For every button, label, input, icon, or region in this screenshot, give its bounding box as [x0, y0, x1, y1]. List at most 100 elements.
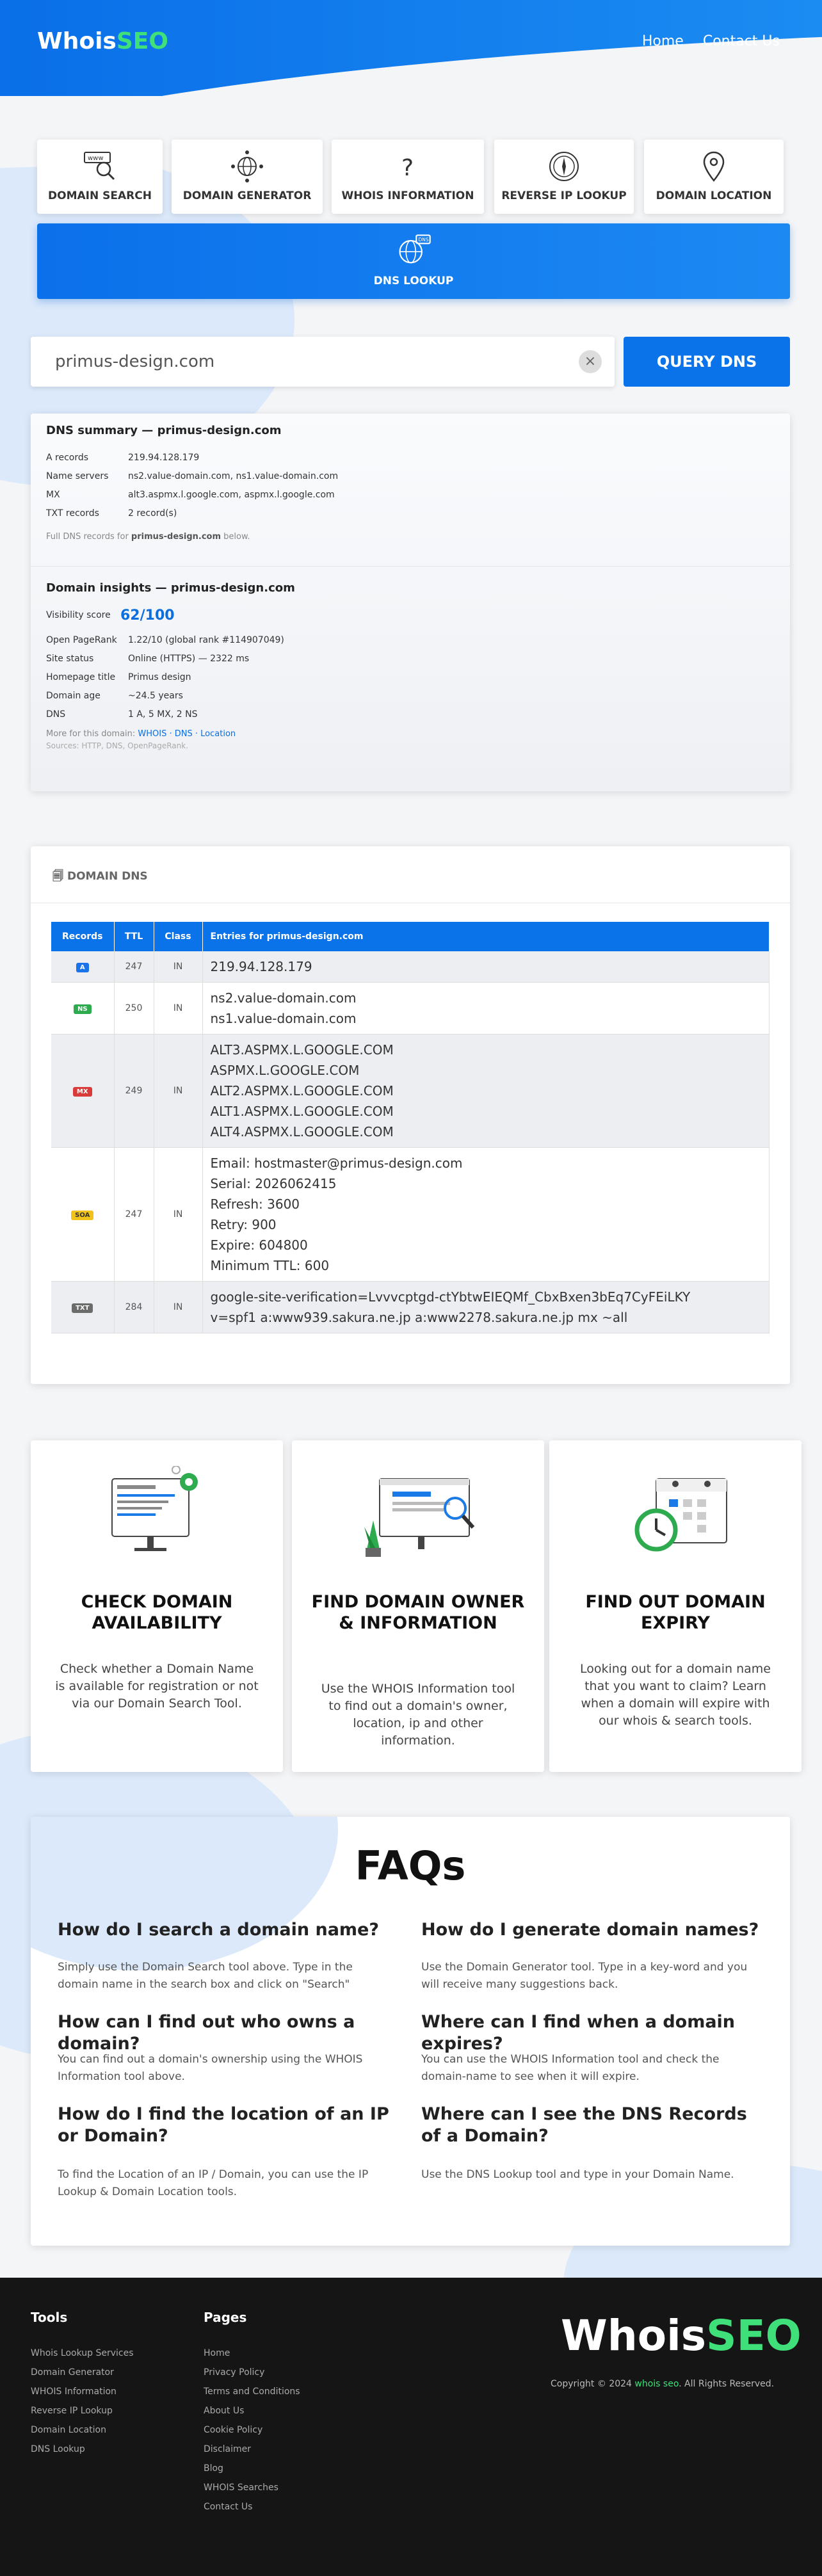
faq-answer: You can find out a domain's ownership us…: [58, 2053, 363, 2083]
record-type-badge: MX: [72, 1086, 92, 1097]
summary-key: Name servers: [46, 471, 109, 481]
record-entry: ns1.value-domain.com: [210, 1011, 357, 1026]
summary-row: A records 219.94.128.179: [46, 449, 775, 467]
faq-title: FAQs: [355, 1842, 466, 1889]
insight-key: Homepage title: [46, 672, 116, 682]
monitor-gear-icon: [111, 1466, 198, 1551]
faq-question: Where can I see the DNS Records of a Dom…: [421, 2104, 747, 2146]
feature-find-owner: FIND DOMAIN OWNER & INFORMATION Use the …: [292, 1440, 544, 1772]
site-logo[interactable]: WhoisSEO: [37, 28, 168, 54]
dns-summary-card: DNS summary — primus-design.com A record…: [31, 414, 790, 791]
domain-insights-section: Domain insights — primus-design.com Visi…: [46, 581, 775, 750]
more-links[interactable]: WHOIS · DNS · Location: [138, 729, 236, 739]
footer-link[interactable]: DNS Lookup: [31, 2444, 85, 2454]
footer-link[interactable]: Privacy Policy: [204, 2367, 264, 2378]
network-globe-icon: [231, 150, 263, 182]
footer-link[interactable]: Domain Location: [31, 2425, 106, 2435]
tool-domain-generator[interactable]: DOMAIN GENERATOR: [172, 140, 323, 214]
record-ttl: 247: [114, 1147, 154, 1282]
faq-answer: Use the DNS Lookup tool and type in your…: [421, 2168, 734, 2181]
col-entries: Entries for primus-design.com: [202, 922, 770, 951]
search-input-value[interactable]: primus-design.com: [55, 352, 214, 371]
visibility-score: 62/100: [120, 608, 175, 624]
summary-row: MX alt3.aspmx.l.google.com, aspmx.l.googl…: [46, 486, 775, 504]
footer-link[interactable]: WHOIS Information: [31, 2387, 117, 2397]
question-mark-icon: ?: [401, 155, 414, 181]
insight-key: Open PageRank: [46, 635, 117, 645]
faq-answer: Simply use the Domain Search tool above.…: [58, 1961, 353, 1991]
footer-link[interactable]: Whois Lookup Services: [31, 2348, 134, 2358]
footer-logo[interactable]: WhoisSEO: [561, 2311, 802, 2360]
record-entry: Expire: 604800: [210, 1237, 308, 1253]
record-entry: ALT1.ASPMX.L.GOOGLE.COM: [210, 1104, 394, 1119]
domain-dns-heading: 🗐 DOMAIN DNS: [52, 870, 148, 883]
domain-dns-card: 🗐 DOMAIN DNS Records TTL Class Entries fo…: [31, 846, 790, 1384]
query-dns-button[interactable]: QUERY DNS: [624, 337, 790, 387]
record-entry: v=spf1 a:www939.sakura.ne.jp a:www2278.s…: [210, 1310, 628, 1325]
footer-link[interactable]: WHOIS Searches: [204, 2483, 278, 2493]
tool-dns-lookup[interactable]: DNS DNS LOOKUP: [37, 223, 790, 299]
sources-note: Sources: HTTP, DNS, OpenPageRank.: [46, 741, 189, 750]
record-class: IN: [154, 1034, 203, 1148]
domain-search-field[interactable]: primus-design.com ×: [31, 337, 615, 387]
record-type-badge: A: [76, 962, 89, 972]
footer-link[interactable]: Cookie Policy: [204, 2425, 262, 2435]
footer-link[interactable]: Reverse IP Lookup: [31, 2406, 113, 2416]
footer-pages-title: Pages: [204, 2310, 247, 2325]
summary-row: Name servers ns2.value-domain.com, ns1.va…: [46, 467, 775, 486]
site-footer: Tools Whois Lookup Services Domain Genera…: [0, 2278, 822, 2576]
nav-contact[interactable]: Contact Us: [703, 33, 780, 49]
footer-link[interactable]: About Us: [204, 2406, 244, 2416]
faq-answer: Use the Domain Generator tool. Type in a…: [421, 1961, 748, 1991]
footer-link[interactable]: Disclaimer: [204, 2444, 251, 2454]
site-header: WhoisSEO Home Contact Us: [0, 0, 822, 96]
record-type-badge: SOA: [71, 1210, 94, 1220]
tool-domain-search[interactable]: www DOMAIN SEARCH: [37, 140, 163, 214]
summary-value: 219.94.128.179: [128, 453, 200, 463]
footer-link[interactable]: Terms and Conditions: [204, 2387, 300, 2397]
insight-row: Open PageRank 1.22/10 (global rank #11490…: [46, 631, 775, 650]
faq-section: FAQs How do I search a domain name? Simp…: [31, 1817, 790, 2246]
insight-value: 1 A, 5 MX, 2 NS: [128, 709, 198, 720]
domain-insights-title: Domain insights — primus-design.com: [46, 581, 295, 595]
copyright-link[interactable]: whois seo: [634, 2379, 679, 2389]
summary-key: A records: [46, 453, 89, 463]
col-ttl: TTL: [114, 922, 154, 951]
feature-check-availability: CHECK DOMAIN AVAILABILITY Check whether …: [31, 1440, 283, 1772]
compass-icon: [549, 152, 579, 181]
insight-row: DNS 1 A, 5 MX, 2 NS: [46, 705, 775, 724]
insight-value: ~24.5 years: [128, 691, 183, 701]
record-entry: Email: hostmaster@primus-design.com: [210, 1155, 463, 1171]
record-ttl: 250: [114, 982, 154, 1034]
footer-link[interactable]: Blog: [204, 2463, 223, 2474]
footer-link[interactable]: Contact Us: [204, 2502, 252, 2512]
tool-domain-location[interactable]: DOMAIN LOCATION: [644, 140, 784, 214]
record-type-badge: NS: [73, 1004, 92, 1014]
www-search-icon: www: [84, 152, 115, 181]
nav-home[interactable]: Home: [642, 33, 684, 49]
feature-text: Check whether a Domain Name is available…: [55, 1662, 259, 1711]
footer-link[interactable]: Home: [204, 2348, 230, 2358]
col-class: Class: [154, 922, 203, 951]
summary-value: ns2.value-domain.com, ns1.value-domain.c…: [128, 471, 339, 481]
insight-row: Site status Online (HTTPS) — 2322 ms: [46, 650, 775, 668]
svg-text:?: ?: [401, 155, 414, 181]
record-entries: ALT3.ASPMX.L.GOOGLE.COM ASPMX.L.GOOGLE.CO…: [202, 1034, 770, 1148]
record-entry: Serial: 2026062415: [210, 1176, 337, 1191]
record-entries: 219.94.128.179: [202, 951, 770, 983]
record-class: IN: [154, 982, 203, 1034]
feature-title: FIND OUT DOMAIN EXPIRY: [585, 1592, 766, 1633]
record-entry: Minimum TTL: 600: [210, 1258, 330, 1273]
tool-whois-information[interactable]: ? WHOIS INFORMATION: [332, 140, 484, 214]
feature-text: Use the WHOIS Information tool to find o…: [321, 1682, 515, 1748]
insight-key: Domain age: [46, 691, 101, 701]
record-entry: Retry: 900: [210, 1217, 277, 1232]
footer-link[interactable]: Domain Generator: [31, 2367, 114, 2378]
tool-reverse-ip[interactable]: REVERSE IP LOOKUP: [494, 140, 634, 214]
copyright: Copyright © 2024 whois seo. All Rights R…: [551, 2379, 775, 2389]
record-class: IN: [154, 1281, 203, 1333]
record-entry: google-site-verification=Lvvvcptgd-ctYbt…: [210, 1289, 691, 1305]
summary-key: TXT records: [46, 508, 99, 519]
clear-icon[interactable]: ×: [579, 350, 602, 373]
col-records: Records: [51, 922, 115, 951]
